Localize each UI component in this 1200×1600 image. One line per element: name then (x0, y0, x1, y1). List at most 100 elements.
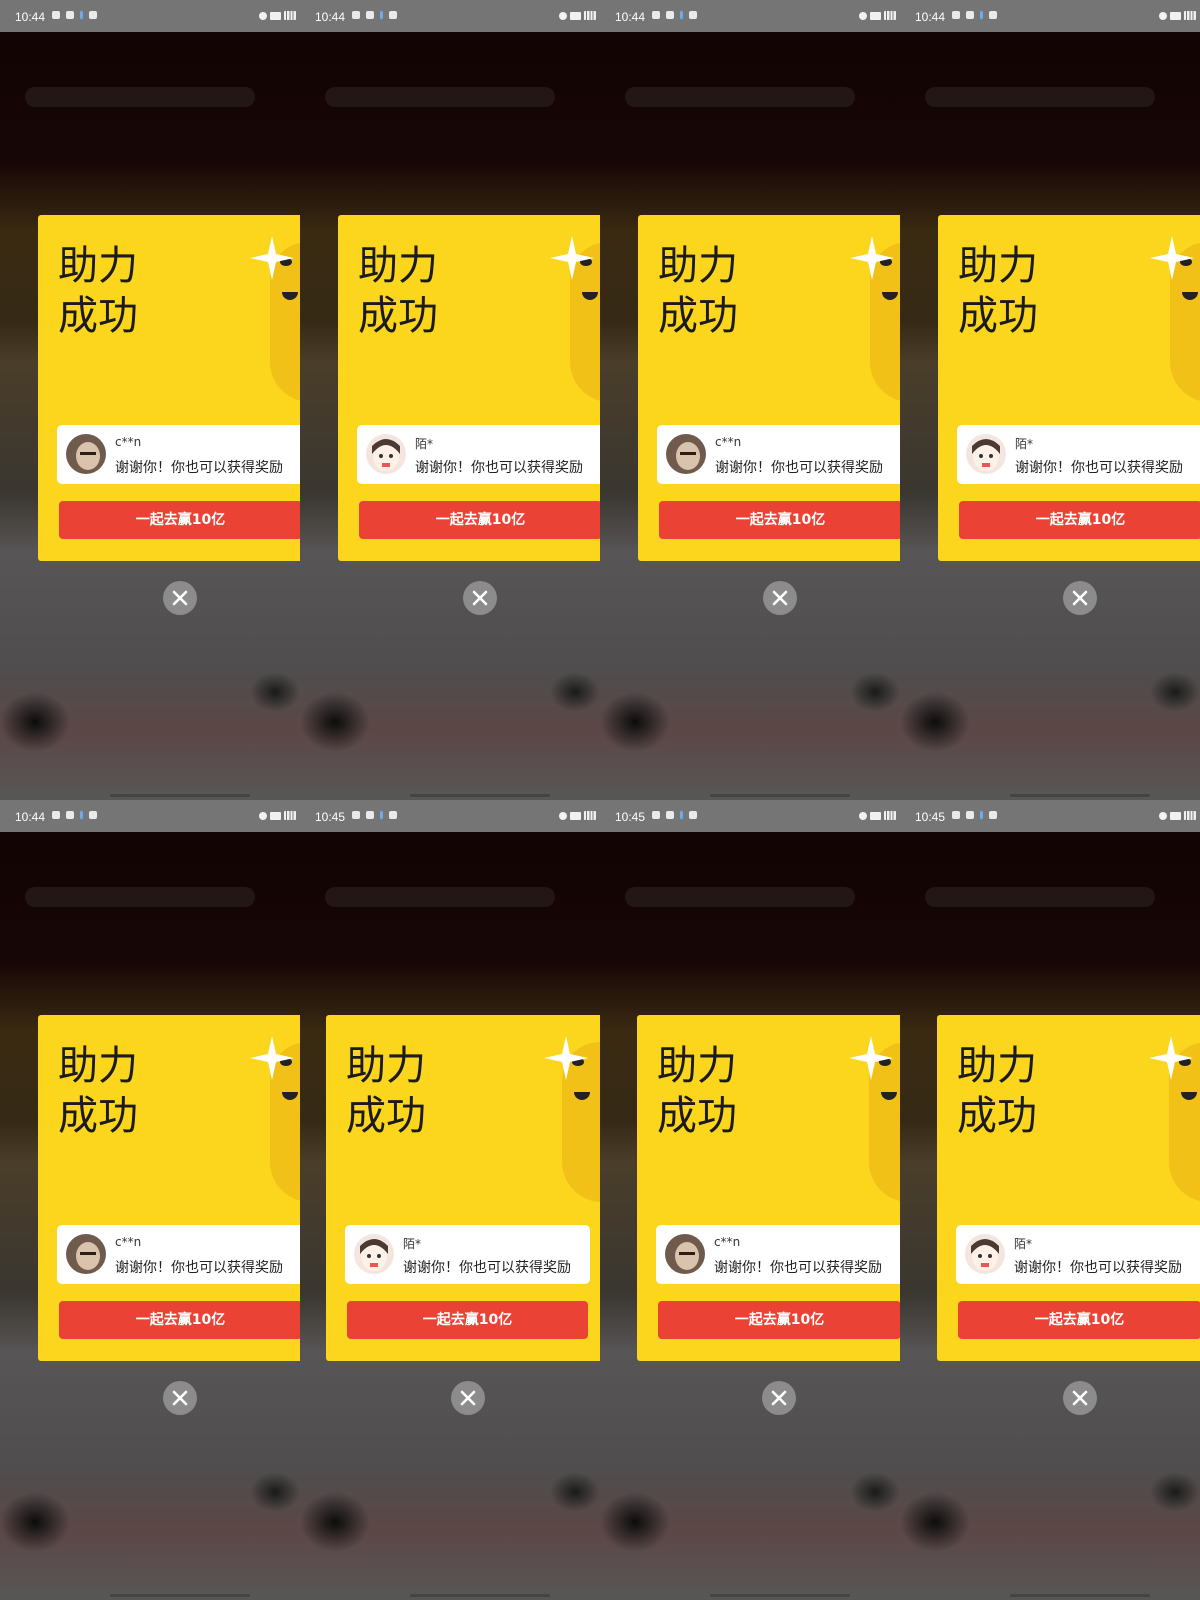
win-button[interactable]: 一起去赢10亿 (59, 501, 300, 539)
notification-icon (52, 811, 60, 819)
avatar (66, 434, 106, 474)
app-icon (689, 811, 697, 819)
title-line-2: 成功 (346, 1093, 426, 1139)
home-indicator (1010, 1594, 1150, 1597)
thank-you-message: 陌* 谢谢你！你也可以获得奖励 (357, 425, 600, 484)
close-icon (771, 1390, 787, 1406)
status-bar: 10:45 (600, 800, 900, 832)
alarm-icon (1159, 11, 1167, 20)
signal-icon (1184, 11, 1196, 20)
status-time: 10:45 (615, 810, 646, 824)
panel-6: 10:45 助力 成功 陌* 谢谢你！你也可以获得奖励 一起去赢10亿 (300, 800, 600, 1600)
notification-icon (652, 11, 660, 19)
thank-you-message: c**n 谢谢你！你也可以获得奖励 (57, 1225, 300, 1284)
star-sparkle-icon (544, 1036, 588, 1080)
blurred-header (625, 87, 855, 107)
card-title: 助力 成功 (358, 241, 508, 341)
blurred-header (25, 887, 255, 907)
signal-icon (584, 811, 596, 820)
hd-icon (1170, 811, 1181, 820)
home-indicator (1010, 794, 1150, 797)
alarm-icon (859, 11, 867, 20)
username: c**n (715, 435, 742, 449)
title-line-1: 助力 (358, 243, 438, 289)
close-button[interactable] (163, 1381, 197, 1415)
title-line-1: 助力 (957, 1043, 1037, 1089)
avatar (965, 1234, 1005, 1274)
mascot-mouth (282, 1092, 298, 1100)
system-icons (1159, 11, 1196, 20)
win-button[interactable]: 一起去赢10亿 (659, 501, 900, 539)
system-icons (559, 811, 596, 820)
wechat-icon (66, 11, 74, 19)
close-icon (172, 1390, 188, 1406)
blurred-header (25, 87, 255, 107)
panel-3: 10:44 助力 成功 c**n 谢谢你！你也可以获得奖励 一起去赢10亿 (600, 0, 900, 800)
blurred-header (325, 887, 555, 907)
close-button[interactable] (163, 581, 197, 615)
wechat-icon (666, 11, 674, 19)
username: 陌* (1015, 437, 1034, 451)
panel-4: 10:44 助力 成功 陌* 谢谢你！你也可以获得奖励 一起去赢10亿 (900, 0, 1200, 800)
win-button[interactable]: 一起去赢10亿 (359, 501, 600, 539)
hd-icon (570, 11, 581, 20)
username: 陌* (1014, 1237, 1033, 1251)
hd-icon (1170, 11, 1181, 20)
title-line-2: 成功 (958, 293, 1038, 339)
message-text: 谢谢你！你也可以获得奖励 (715, 460, 883, 476)
home-indicator (410, 1594, 550, 1597)
system-icons (259, 11, 296, 20)
star-sparkle-icon (849, 1036, 893, 1080)
close-button[interactable] (463, 581, 497, 615)
panel-1: 10:44 助力 成功 c**n 谢谢你！你也可以获得奖励 一起去赢10亿 (0, 0, 300, 800)
wechat-icon (66, 811, 74, 819)
download-icon (980, 11, 983, 19)
win-button[interactable]: 一起去赢10亿 (59, 1301, 300, 1339)
signal-icon (284, 811, 296, 820)
thank-you-message: c**n 谢谢你！你也可以获得奖励 (57, 425, 300, 484)
app-icon (89, 811, 97, 819)
status-time: 10:44 (315, 10, 346, 24)
star-sparkle-icon (1149, 1036, 1193, 1080)
success-card: 助力 成功 c**n 谢谢你！你也可以获得奖励 一起去赢10亿 (638, 215, 900, 561)
username: 陌* (403, 1237, 422, 1251)
avatar (354, 1234, 394, 1274)
mascot-mouth (574, 1092, 590, 1100)
mascot-mouth (582, 292, 598, 300)
system-icons (559, 11, 596, 20)
close-button[interactable] (1063, 1381, 1097, 1415)
wechat-icon (366, 811, 374, 819)
close-icon (172, 590, 188, 606)
notification-icon (52, 11, 60, 19)
hd-icon (270, 811, 281, 820)
alarm-icon (259, 11, 267, 20)
panel-7: 10:45 助力 成功 c**n 谢谢你！你也可以获得奖励 一起去赢10亿 (600, 800, 900, 1600)
close-button[interactable] (451, 1381, 485, 1415)
close-button[interactable] (1063, 581, 1097, 615)
avatar (66, 1234, 106, 1274)
message-text: 谢谢你！你也可以获得奖励 (115, 460, 283, 476)
title-line-1: 助力 (58, 1043, 138, 1089)
win-button[interactable]: 一起去赢10亿 (658, 1301, 900, 1339)
signal-icon (1184, 811, 1196, 820)
win-button[interactable]: 一起去赢10亿 (959, 501, 1200, 539)
close-button[interactable] (762, 1381, 796, 1415)
notification-icons (652, 811, 697, 819)
blurred-header (625, 887, 855, 907)
hd-icon (870, 811, 881, 820)
win-button[interactable]: 一起去赢10亿 (347, 1301, 588, 1339)
message-text: 谢谢你！你也可以获得奖励 (714, 1260, 882, 1276)
win-button[interactable]: 一起去赢10亿 (958, 1301, 1200, 1339)
notification-icon (352, 11, 360, 19)
panel-8: 10:45 助力 成功 陌* 谢谢你！你也可以获得奖励 一起去赢10亿 (900, 800, 1200, 1600)
message-text: 谢谢你！你也可以获得奖励 (403, 1260, 571, 1276)
close-button[interactable] (763, 581, 797, 615)
home-indicator (710, 794, 850, 797)
system-icons (1159, 811, 1196, 820)
signal-icon (884, 11, 896, 20)
status-bar: 10:45 (900, 800, 1200, 832)
download-icon (680, 11, 683, 19)
app-icon (89, 11, 97, 19)
notification-icon (952, 11, 960, 19)
success-card: 助力 成功 c**n 谢谢你！你也可以获得奖励 一起去赢10亿 (637, 1015, 900, 1361)
